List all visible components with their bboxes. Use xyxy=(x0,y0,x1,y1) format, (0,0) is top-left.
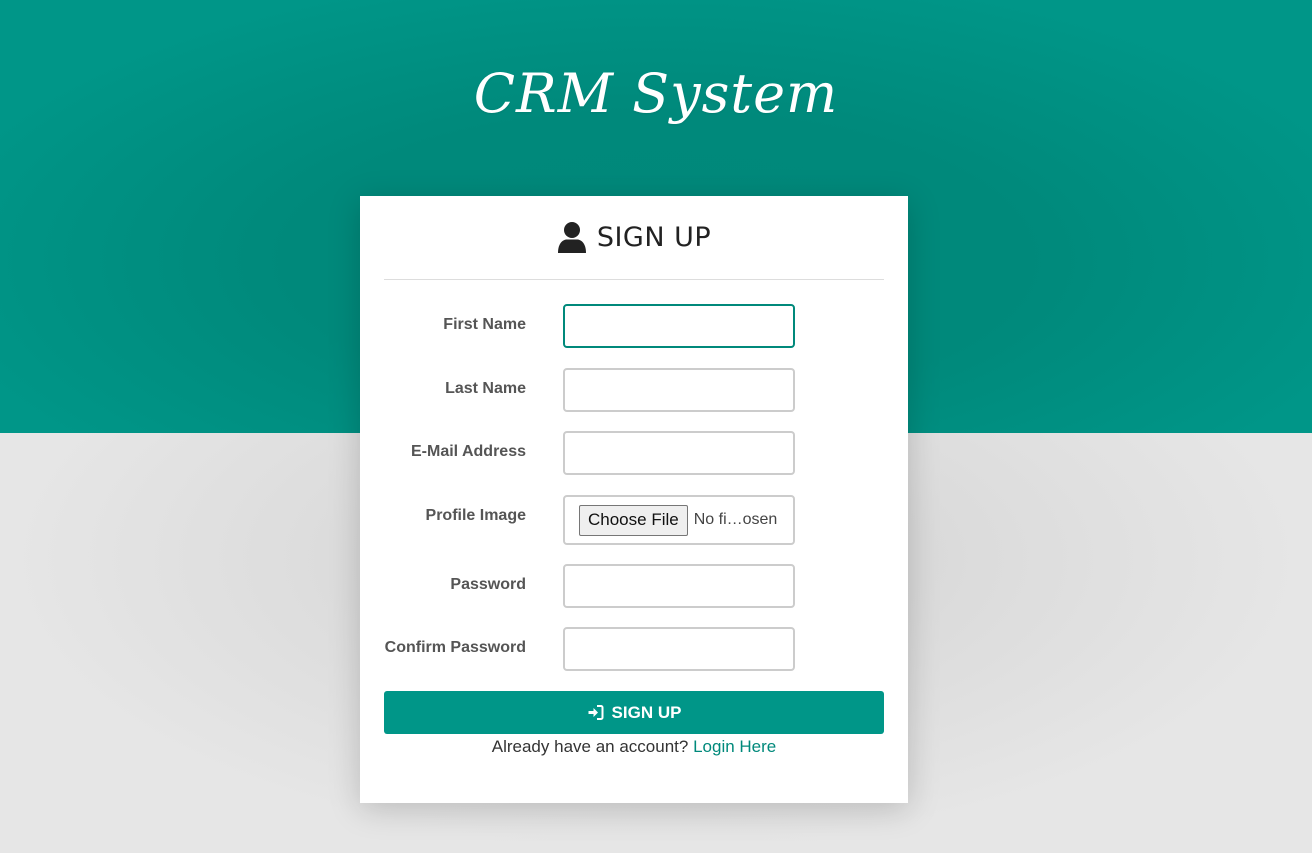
first-name-input[interactable] xyxy=(563,304,795,348)
password-label: Password xyxy=(450,576,526,593)
profile-image-label: Profile Image xyxy=(425,507,526,524)
password-row: Password xyxy=(384,564,884,608)
sign-in-icon xyxy=(587,704,604,721)
confirm-password-label: Confirm Password xyxy=(384,639,526,656)
signup-button-label: SIGN UP xyxy=(611,702,682,722)
first-name-row: First Name xyxy=(384,304,884,348)
login-prompt-text: Already have an account? xyxy=(491,737,689,756)
confirm-password-input[interactable] xyxy=(563,627,795,671)
password-input[interactable] xyxy=(563,564,795,608)
confirm-password-row: Confirm Password xyxy=(384,627,884,671)
card-header: SIGN UP xyxy=(384,196,884,280)
choose-file-button[interactable]: Choose File xyxy=(579,504,688,536)
user-icon xyxy=(557,221,587,255)
signup-card: SIGN UP First Name Last Name E-Mail Addr… xyxy=(360,196,908,803)
brand-title: CRM System xyxy=(473,62,839,125)
signup-button[interactable]: SIGN UP xyxy=(384,691,884,734)
last-name-input[interactable] xyxy=(563,368,795,412)
login-link[interactable]: Login Here xyxy=(693,737,776,756)
login-prompt: Already have an account? Login Here xyxy=(360,737,908,757)
profile-image-input[interactable]: Choose File No fi…osen xyxy=(563,495,795,545)
email-input[interactable] xyxy=(563,431,795,475)
file-status: No fi…osen xyxy=(693,511,778,528)
last-name-label: Last Name xyxy=(445,380,526,397)
form-heading: SIGN UP xyxy=(596,222,712,253)
last-name-row: Last Name xyxy=(384,368,884,412)
email-label: E-Mail Address xyxy=(411,443,526,460)
email-row: E-Mail Address xyxy=(384,431,884,475)
profile-image-row: Profile Image Choose File No fi…osen xyxy=(384,495,884,545)
first-name-label: First Name xyxy=(443,316,526,333)
